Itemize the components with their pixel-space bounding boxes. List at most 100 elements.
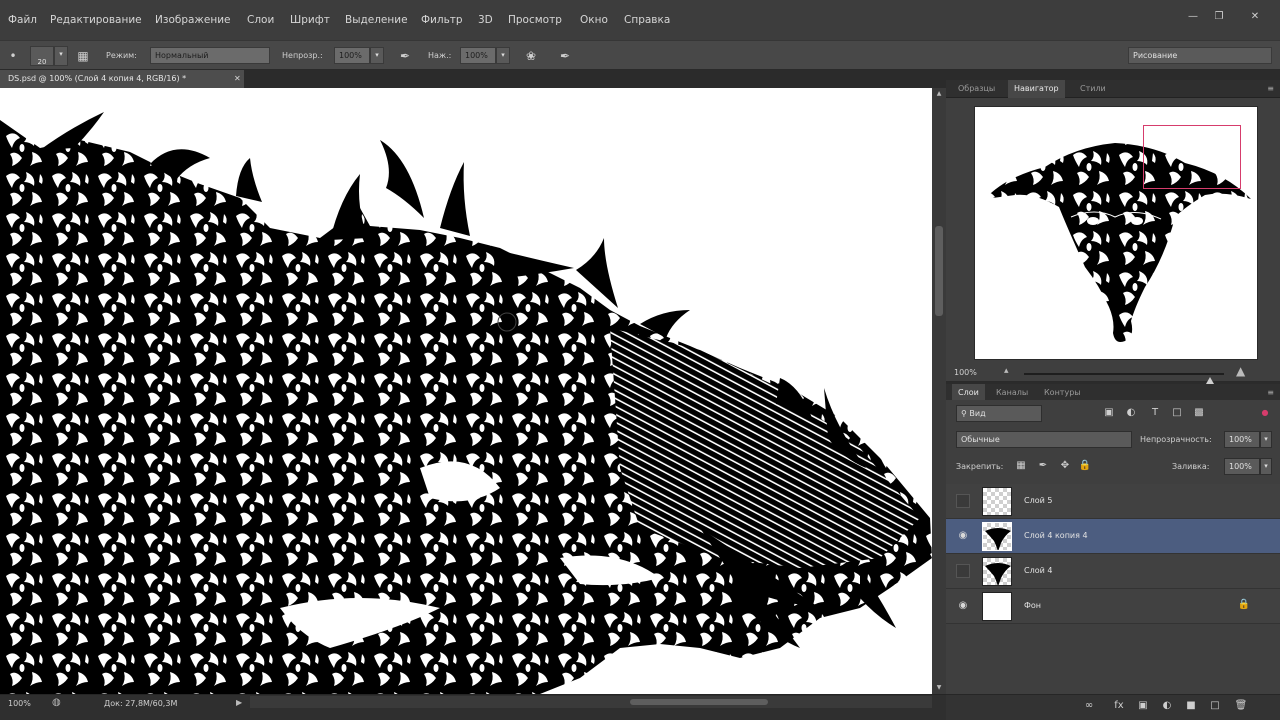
navigator-zoom-value[interactable]: 100%	[954, 368, 977, 377]
link-layers-icon[interactable]: ∞	[1082, 699, 1096, 713]
mode-value: Нормальный	[155, 51, 209, 60]
layer-name[interactable]: Слой 5	[1024, 496, 1052, 505]
lock-all-icon[interactable]: 🔒	[1078, 459, 1092, 473]
tab-styles[interactable]: Стили	[1074, 80, 1112, 98]
menu-3d[interactable]: 3D	[478, 14, 493, 26]
status-menu-icon[interactable]: ▶	[236, 698, 242, 707]
restore-icon[interactable]: ❐	[1212, 12, 1226, 22]
menu-edit[interactable]: Редактирование	[50, 14, 142, 26]
layer-row-sloy4-copy4[interactable]: ◉ Слой 4 копия 4	[946, 519, 1280, 554]
airbrush-icon[interactable]: ❀	[522, 47, 540, 65]
layer-thumb-art	[985, 528, 1011, 550]
layer-opacity-input[interactable]: 100%	[1224, 431, 1260, 448]
layer-opacity-value: 100%	[1229, 435, 1252, 444]
menu-help[interactable]: Справка	[624, 14, 670, 26]
filter-adjustment-icon[interactable]: ◐	[1124, 406, 1138, 420]
brush-panel-icon[interactable]: ▦	[74, 47, 92, 65]
mode-select[interactable]: Нормальный	[150, 47, 270, 64]
export-icon[interactable]: ◍	[52, 697, 61, 708]
document-tab[interactable]: DS.psd @ 100% (Слой 4 копия 4, RGB/16) *	[0, 70, 244, 88]
brush-size-picker[interactable]: 20	[30, 46, 54, 66]
filter-toggle-icon[interactable]: ●	[1258, 406, 1272, 420]
scroll-up-icon[interactable]: ▲	[932, 88, 946, 100]
menu-layers[interactable]: Слои	[247, 14, 274, 26]
layer-name[interactable]: Слой 4	[1024, 566, 1052, 575]
new-group-icon[interactable]: ■	[1184, 699, 1198, 713]
navigator-preview[interactable]	[974, 106, 1258, 360]
opacity-label: Непрозр.:	[282, 51, 323, 60]
menu-window[interactable]: Окно	[580, 14, 608, 26]
layer-style-icon[interactable]: fx	[1112, 699, 1126, 713]
layer-filter-select[interactable]: ⚲ Вид	[956, 405, 1042, 422]
blend-mode-select[interactable]: Обычные	[956, 431, 1132, 448]
layer-name[interactable]: Слой 4 копия 4	[1024, 531, 1088, 540]
horizontal-scrollbar[interactable]	[250, 696, 932, 708]
filter-pixel-icon[interactable]: ▣	[1102, 406, 1116, 420]
menu-image[interactable]: Изображение	[155, 14, 231, 26]
tab-navigator[interactable]: Навигатор	[1008, 80, 1065, 98]
menu-file[interactable]: Файл	[8, 14, 37, 26]
delete-layer-icon[interactable]: 🗑	[1234, 699, 1248, 713]
new-layer-icon[interactable]: □	[1208, 699, 1222, 713]
fill-arrow[interactable]: ▾	[1260, 458, 1272, 475]
opacity-arrow[interactable]: ▾	[370, 47, 384, 64]
status-zoom[interactable]: 100%	[8, 699, 31, 708]
flow-arrow[interactable]: ▾	[496, 47, 510, 64]
layer-row-background[interactable]: ◉ Фон 🔒	[946, 589, 1280, 624]
zoom-slider-track[interactable]	[1024, 373, 1224, 384]
lock-label: Закрепить:	[956, 462, 1004, 471]
lock-position-icon[interactable]: ✥	[1058, 459, 1072, 473]
layers-footer: ∞ fx ▣ ◐ ■ □ 🗑	[946, 694, 1280, 720]
close-tab-icon[interactable]: ✕	[234, 70, 241, 88]
layer-mask-icon[interactable]: ▣	[1136, 699, 1150, 713]
vertical-scroll-thumb[interactable]	[935, 226, 943, 316]
opacity-input[interactable]: 100%	[334, 47, 370, 64]
scroll-down-icon[interactable]: ▼	[932, 682, 946, 694]
filter-type-icon[interactable]: T	[1148, 406, 1162, 420]
close-icon[interactable]: ✕	[1248, 12, 1262, 22]
navigator-view-box[interactable]	[1143, 125, 1241, 189]
workspace-select[interactable]: Рисование	[1128, 47, 1272, 64]
pressure-opacity-icon[interactable]: ✒	[396, 47, 414, 65]
menu-select[interactable]: Выделение	[345, 14, 408, 26]
canvas[interactable]	[0, 88, 932, 694]
tool-preset-icon[interactable]: •	[4, 47, 22, 65]
layer-opacity-label: Непрозрачность:	[1140, 435, 1212, 444]
zoom-in-icon[interactable]: ▲	[1236, 364, 1245, 378]
menu-filter[interactable]: Фильтр	[421, 14, 463, 26]
panel-menu-icon[interactable]: ≡	[1267, 80, 1274, 98]
layer-row-sloy4[interactable]: Слой 4	[946, 554, 1280, 589]
opacity-value: 100%	[339, 51, 362, 60]
visibility-toggle[interactable]	[956, 564, 970, 578]
vertical-scrollbar[interactable]: ▲ ▼	[932, 88, 946, 694]
flow-input[interactable]: 100%	[460, 47, 496, 64]
layer-opacity-arrow[interactable]: ▾	[1260, 431, 1272, 448]
horizontal-scroll-thumb[interactable]	[630, 699, 768, 705]
eye-icon[interactable]: ◉	[956, 599, 970, 613]
menu-bar: Файл Редактирование Изображение Слои Шри…	[0, 0, 1280, 40]
brush-size-value: 20	[37, 58, 47, 66]
layer-name[interactable]: Фон	[1024, 601, 1041, 610]
layer-row-sloy5[interactable]: Слой 5	[946, 484, 1280, 519]
filter-shape-icon[interactable]: □	[1170, 406, 1184, 420]
fill-input[interactable]: 100%	[1224, 458, 1260, 475]
layer-filter-value: Вид	[969, 409, 986, 418]
brush-picker-arrow[interactable]: ▾	[54, 46, 68, 66]
zoom-slider-knob[interactable]	[1206, 377, 1214, 384]
zoom-out-icon[interactable]: ▴	[1004, 366, 1009, 376]
navigator-zoom-bar: 100% ▴ ▲	[946, 364, 1280, 384]
layer-thumbnail	[982, 592, 1012, 621]
status-doc-info: Док: 27,8M/60,3M	[104, 699, 178, 708]
tab-swatches[interactable]: Образцы	[952, 80, 1001, 98]
pressure-size-icon[interactable]: ✒	[556, 47, 574, 65]
minimize-icon[interactable]: —	[1186, 12, 1200, 22]
document-tabs: DS.psd @ 100% (Слой 4 копия 4, RGB/16) *…	[0, 70, 946, 88]
menu-type[interactable]: Шрифт	[290, 14, 330, 26]
filter-smart-icon[interactable]: ▩	[1192, 406, 1206, 420]
adjustment-layer-icon[interactable]: ◐	[1160, 699, 1174, 713]
lock-pixels-icon[interactable]: ✒	[1036, 459, 1050, 473]
eye-icon[interactable]: ◉	[956, 529, 970, 543]
menu-view[interactable]: Просмотр	[508, 14, 562, 26]
visibility-toggle[interactable]	[956, 494, 970, 508]
lock-transparency-icon[interactable]: ▦	[1014, 459, 1028, 473]
